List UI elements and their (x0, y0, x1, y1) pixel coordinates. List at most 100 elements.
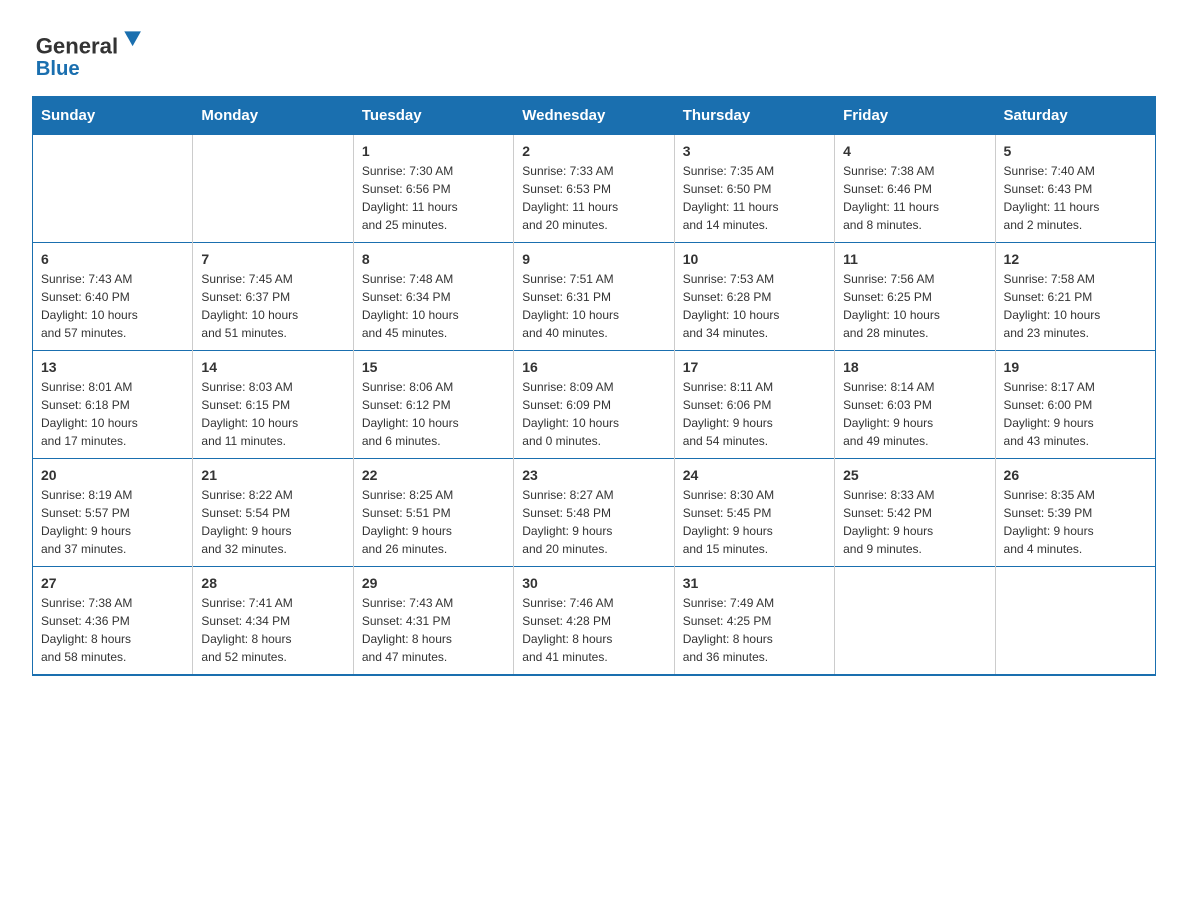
logo: General Blue (32, 24, 152, 84)
calendar-table: SundayMondayTuesdayWednesdayThursdayFrid… (32, 96, 1156, 676)
calendar-cell: 17 Sunrise: 8:11 AMSunset: 6:06 PMDayligh… (674, 351, 834, 459)
day-number: 30 (522, 575, 665, 591)
day-info: Sunrise: 7:38 AMSunset: 4:36 PMDaylight:… (41, 594, 184, 666)
day-number: 17 (683, 359, 826, 375)
weekday-header-row: SundayMondayTuesdayWednesdayThursdayFrid… (33, 97, 1156, 135)
day-number: 29 (362, 575, 505, 591)
calendar-cell: 27 Sunrise: 7:38 AMSunset: 4:36 PMDayligh… (33, 567, 193, 676)
calendar-cell: 2Sunrise: 7:33 AMSunset: 6:53 PMDaylight… (514, 135, 674, 243)
day-number: 25 (843, 467, 986, 483)
weekday-thursday: Thursday (674, 97, 834, 135)
weekday-wednesday: Wednesday (514, 97, 674, 135)
day-info: Sunrise: 8:22 AMSunset: 5:54 PMDaylight:… (201, 486, 344, 558)
page-header: General Blue (32, 24, 1156, 84)
calendar-cell: 6 Sunrise: 7:43 AMSunset: 6:40 PMDaylight… (33, 243, 193, 351)
day-number: 10 (683, 251, 826, 267)
calendar-cell: 19Sunrise: 8:17 AMSunset: 6:00 PMDayligh… (995, 351, 1155, 459)
day-number: 16 (522, 359, 665, 375)
weekday-friday: Friday (835, 97, 995, 135)
day-info: Sunrise: 8:11 AMSunset: 6:06 PMDaylight:… (683, 378, 826, 450)
day-info: Sunrise: 8:27 AMSunset: 5:48 PMDaylight:… (522, 486, 665, 558)
day-number: 15 (362, 359, 505, 375)
calendar-cell: 29 Sunrise: 7:43 AMSunset: 4:31 PMDayligh… (353, 567, 513, 676)
day-info: Sunrise: 8:06 AMSunset: 6:12 PMDaylight:… (362, 378, 505, 450)
day-info: Sunrise: 7:58 AMSunset: 6:21 PMDaylight:… (1004, 270, 1147, 342)
day-number: 27 (41, 575, 184, 591)
day-info: Sunrise: 8:09 AMSunset: 6:09 PMDaylight:… (522, 378, 665, 450)
svg-text:General: General (36, 34, 118, 59)
calendar-body: 1 Sunrise: 7:30 AMSunset: 6:56 PMDaylight… (33, 135, 1156, 676)
day-number: 21 (201, 467, 344, 483)
day-info: Sunrise: 7:40 AMSunset: 6:43 PMDaylight:… (1004, 162, 1147, 234)
day-number: 8 (362, 251, 505, 267)
day-info: Sunrise: 7:38 AMSunset: 6:46 PMDaylight:… (843, 162, 986, 234)
day-number: 22 (362, 467, 505, 483)
day-number: 1 (362, 143, 505, 159)
calendar-cell: 12Sunrise: 7:58 AMSunset: 6:21 PMDayligh… (995, 243, 1155, 351)
day-info: Sunrise: 7:43 AMSunset: 4:31 PMDaylight:… (362, 594, 505, 666)
calendar-cell (995, 567, 1155, 676)
day-info: Sunrise: 8:25 AMSunset: 5:51 PMDaylight:… (362, 486, 505, 558)
day-number: 31 (683, 575, 826, 591)
calendar-cell: 16 Sunrise: 8:09 AMSunset: 6:09 PMDayligh… (514, 351, 674, 459)
calendar-cell: 10 Sunrise: 7:53 AMSunset: 6:28 PMDayligh… (674, 243, 834, 351)
day-info: Sunrise: 7:48 AMSunset: 6:34 PMDaylight:… (362, 270, 505, 342)
day-number: 3 (683, 143, 826, 159)
calendar-cell (33, 135, 193, 243)
day-info: Sunrise: 7:53 AMSunset: 6:28 PMDaylight:… (683, 270, 826, 342)
calendar-cell: 4 Sunrise: 7:38 AMSunset: 6:46 PMDaylight… (835, 135, 995, 243)
weekday-saturday: Saturday (995, 97, 1155, 135)
day-info: Sunrise: 7:46 AMSunset: 4:28 PMDaylight:… (522, 594, 665, 666)
day-number: 24 (683, 467, 826, 483)
day-number: 13 (41, 359, 184, 375)
calendar-cell: 14Sunrise: 8:03 AMSunset: 6:15 PMDayligh… (193, 351, 353, 459)
calendar-cell: 22 Sunrise: 8:25 AMSunset: 5:51 PMDayligh… (353, 459, 513, 567)
day-info: Sunrise: 7:30 AMSunset: 6:56 PMDaylight:… (362, 162, 505, 234)
weekday-sunday: Sunday (33, 97, 193, 135)
day-info: Sunrise: 7:49 AMSunset: 4:25 PMDaylight:… (683, 594, 826, 666)
week-row-3: 13Sunrise: 8:01 AMSunset: 6:18 PMDayligh… (33, 351, 1156, 459)
calendar-cell: 11Sunrise: 7:56 AMSunset: 6:25 PMDayligh… (835, 243, 995, 351)
day-info: Sunrise: 7:51 AMSunset: 6:31 PMDaylight:… (522, 270, 665, 342)
day-number: 2 (522, 143, 665, 159)
calendar-cell: 7Sunrise: 7:45 AMSunset: 6:37 PMDaylight… (193, 243, 353, 351)
calendar-cell: 18 Sunrise: 8:14 AMSunset: 6:03 PMDayligh… (835, 351, 995, 459)
day-info: Sunrise: 8:19 AMSunset: 5:57 PMDaylight:… (41, 486, 184, 558)
week-row-2: 6 Sunrise: 7:43 AMSunset: 6:40 PMDaylight… (33, 243, 1156, 351)
calendar-header: SundayMondayTuesdayWednesdayThursdayFrid… (33, 97, 1156, 135)
day-info: Sunrise: 8:14 AMSunset: 6:03 PMDaylight:… (843, 378, 986, 450)
calendar-cell: 15 Sunrise: 8:06 AMSunset: 6:12 PMDayligh… (353, 351, 513, 459)
calendar-cell: 9Sunrise: 7:51 AMSunset: 6:31 PMDaylight… (514, 243, 674, 351)
calendar-cell (835, 567, 995, 676)
calendar-cell: 21 Sunrise: 8:22 AMSunset: 5:54 PMDayligh… (193, 459, 353, 567)
day-info: Sunrise: 7:56 AMSunset: 6:25 PMDaylight:… (843, 270, 986, 342)
day-info: Sunrise: 7:35 AMSunset: 6:50 PMDaylight:… (683, 162, 826, 234)
weekday-monday: Monday (193, 97, 353, 135)
day-info: Sunrise: 7:45 AMSunset: 6:37 PMDaylight:… (201, 270, 344, 342)
calendar-cell: 5 Sunrise: 7:40 AMSunset: 6:43 PMDaylight… (995, 135, 1155, 243)
day-number: 28 (201, 575, 344, 591)
day-info: Sunrise: 7:43 AMSunset: 6:40 PMDaylight:… (41, 270, 184, 342)
week-row-4: 20 Sunrise: 8:19 AMSunset: 5:57 PMDayligh… (33, 459, 1156, 567)
calendar-cell: 13Sunrise: 8:01 AMSunset: 6:18 PMDayligh… (33, 351, 193, 459)
calendar-cell: 23 Sunrise: 8:27 AMSunset: 5:48 PMDayligh… (514, 459, 674, 567)
week-row-5: 27 Sunrise: 7:38 AMSunset: 4:36 PMDayligh… (33, 567, 1156, 676)
day-number: 20 (41, 467, 184, 483)
calendar-cell: 24 Sunrise: 8:30 AMSunset: 5:45 PMDayligh… (674, 459, 834, 567)
day-number: 23 (522, 467, 665, 483)
calendar-cell: 1 Sunrise: 7:30 AMSunset: 6:56 PMDaylight… (353, 135, 513, 243)
calendar-cell: 20 Sunrise: 8:19 AMSunset: 5:57 PMDayligh… (33, 459, 193, 567)
calendar-cell: 30 Sunrise: 7:46 AMSunset: 4:28 PMDayligh… (514, 567, 674, 676)
day-number: 6 (41, 251, 184, 267)
calendar-cell: 3 Sunrise: 7:35 AMSunset: 6:50 PMDaylight… (674, 135, 834, 243)
day-number: 26 (1004, 467, 1147, 483)
week-row-1: 1 Sunrise: 7:30 AMSunset: 6:56 PMDaylight… (33, 135, 1156, 243)
day-info: Sunrise: 7:41 AMSunset: 4:34 PMDaylight:… (201, 594, 344, 666)
calendar-cell: 25Sunrise: 8:33 AMSunset: 5:42 PMDayligh… (835, 459, 995, 567)
day-number: 19 (1004, 359, 1147, 375)
day-number: 4 (843, 143, 986, 159)
day-number: 5 (1004, 143, 1147, 159)
day-info: Sunrise: 8:30 AMSunset: 5:45 PMDaylight:… (683, 486, 826, 558)
svg-text:Blue: Blue (36, 58, 80, 80)
day-number: 18 (843, 359, 986, 375)
